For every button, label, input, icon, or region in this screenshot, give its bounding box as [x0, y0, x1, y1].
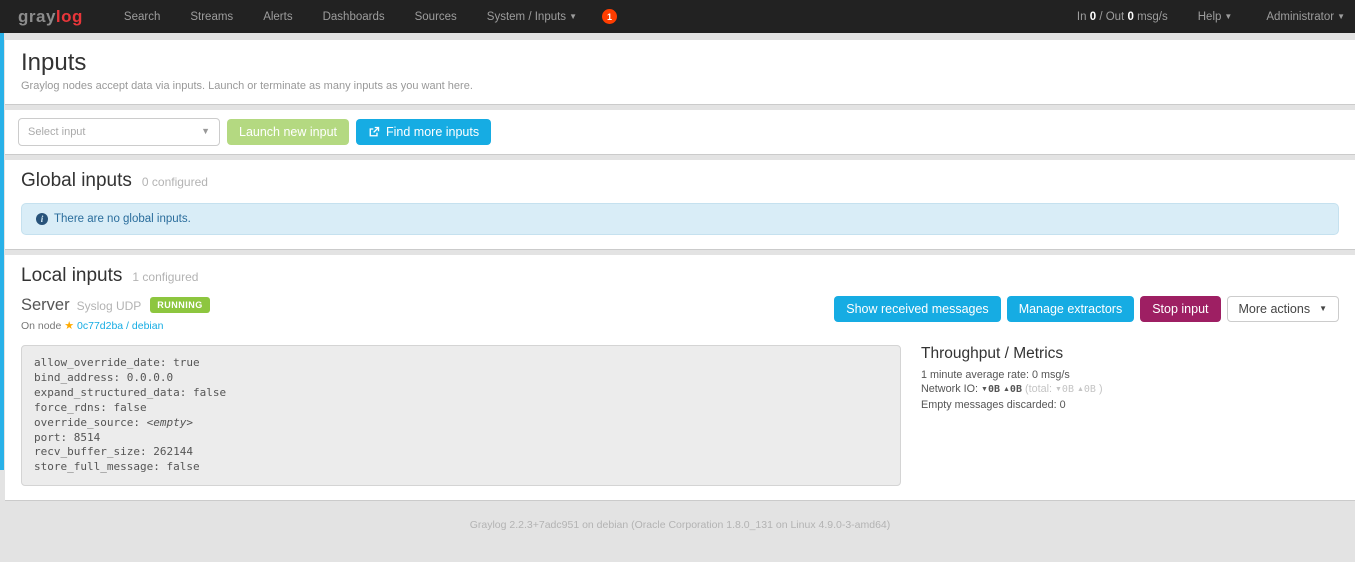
- help-menu-label: Help: [1198, 11, 1222, 23]
- show-received-messages-button[interactable]: Show received messages: [834, 296, 1000, 322]
- chevron-down-icon: ▼: [201, 126, 210, 136]
- global-inputs-header: Global inputs 0 configured: [21, 170, 1339, 192]
- page-header-panel: Inputs Graylog nodes accept data via inp…: [5, 40, 1355, 104]
- nav-item-dashboards[interactable]: Dashboards: [308, 11, 400, 23]
- launch-new-input-button[interactable]: Launch new input: [227, 119, 349, 145]
- throughput-in-label: In: [1077, 11, 1087, 23]
- more-actions-label: More actions: [1239, 302, 1311, 316]
- nav-right-group: In 0 / Out 0 msg/s Help▼ Administrator▼: [1077, 11, 1355, 23]
- local-inputs-header: Local inputs 1 configured: [21, 265, 1339, 287]
- logo-text-gray: gray: [18, 7, 56, 26]
- status-badge: RUNNING: [150, 297, 210, 313]
- more-actions-button[interactable]: More actions ▼: [1227, 296, 1339, 322]
- input-identity: Server Syslog UDP RUNNING On node ★ 0c77…: [21, 296, 210, 332]
- local-inputs-title: Local inputs: [21, 265, 122, 287]
- input-detail-row: allow_override_date: truebind_address: 0…: [21, 345, 1339, 486]
- network-down-value: 0B: [988, 384, 1000, 395]
- config-line: bind_address: 0.0.0.0: [34, 371, 888, 386]
- top-navbar: graylog Search Streams Alerts Dashboards…: [0, 0, 1355, 33]
- node-link[interactable]: 0c77d2ba / debian: [77, 320, 163, 332]
- no-global-inputs-text: There are no global inputs.: [54, 213, 191, 225]
- nav-menu: Search Streams Alerts Dashboards Sources…: [109, 9, 617, 24]
- metric-rate-line: 1 minute average rate: 0 msg/s: [921, 368, 1103, 382]
- nav-item-system-inputs-label: System / Inputs: [487, 11, 566, 23]
- network-up-value: 0B: [1010, 384, 1022, 395]
- throughput-out-label: / Out: [1099, 11, 1124, 23]
- version-footer: Graylog 2.2.3+7adc951 on debian (Oracle …: [5, 506, 1355, 544]
- page-title: Inputs: [21, 49, 1339, 77]
- arrow-up-icon: ▲: [1003, 386, 1010, 393]
- external-link-icon: [368, 126, 380, 138]
- config-line: port: 8514: [34, 431, 888, 446]
- config-line: recv_buffer_size: 262144: [34, 445, 888, 460]
- config-line: store_full_message: false: [34, 460, 888, 475]
- arrow-up-icon: ▲: [1077, 386, 1084, 393]
- config-line: force_rdns: false: [34, 401, 888, 416]
- metric-network-line: Network IO: ▼0B ▲0B (total: ▼0B ▲0B ): [921, 382, 1103, 398]
- nav-item-sources[interactable]: Sources: [400, 11, 472, 23]
- input-name: Server: [21, 296, 70, 315]
- global-inputs-panel: Global inputs 0 configured i There are n…: [5, 160, 1355, 249]
- find-more-inputs-button[interactable]: Find more inputs: [356, 119, 491, 145]
- user-menu-label: Administrator: [1266, 11, 1334, 23]
- arrow-down-icon: ▼: [981, 386, 988, 393]
- nav-item-search[interactable]: Search: [109, 11, 175, 23]
- help-menu[interactable]: Help▼: [1194, 11, 1237, 23]
- nav-item-alerts[interactable]: Alerts: [248, 11, 307, 23]
- info-icon: i: [36, 213, 48, 225]
- input-type: Syslog UDP: [77, 299, 142, 313]
- input-actions: Show received messages Manage extractors…: [834, 296, 1339, 322]
- input-type-select-placeholder: Select input: [28, 126, 85, 138]
- throughput-metrics: Throughput / Metrics 1 minute average ra…: [921, 345, 1103, 486]
- network-total-suffix: ): [1099, 383, 1103, 395]
- graylog-logo[interactable]: graylog: [18, 7, 83, 27]
- config-line: allow_override_date: true: [34, 356, 888, 371]
- manage-extractors-button[interactable]: Manage extractors: [1007, 296, 1135, 322]
- input-type-select[interactable]: Select input ▼: [18, 118, 220, 146]
- node-prefix: On node: [21, 320, 61, 332]
- network-io-label: Network IO:: [921, 383, 978, 395]
- chevron-down-icon: ▼: [569, 12, 577, 21]
- nav-item-system-inputs[interactable]: System / Inputs▼: [472, 11, 592, 23]
- stop-input-button[interactable]: Stop input: [1140, 296, 1220, 322]
- throughput-indicator: In 0 / Out 0 msg/s: [1077, 11, 1168, 23]
- throughput-unit: msg/s: [1137, 11, 1168, 23]
- input-config-well: allow_override_date: truebind_address: 0…: [21, 345, 901, 486]
- network-total-prefix: (total:: [1025, 383, 1052, 395]
- find-more-inputs-label: Find more inputs: [386, 125, 479, 139]
- metric-empty-line: Empty messages discarded: 0: [921, 398, 1103, 412]
- nav-item-streams[interactable]: Streams: [175, 11, 248, 23]
- chevron-down-icon: ▼: [1337, 12, 1345, 21]
- network-total-down: 0B: [1062, 384, 1074, 395]
- config-line: override_source: <empty>: [34, 416, 888, 431]
- page-description: Graylog nodes accept data via inputs. La…: [21, 80, 1339, 92]
- notification-badge[interactable]: 1: [602, 9, 617, 24]
- logo-text-log: log: [56, 7, 83, 26]
- local-inputs-count: 1 configured: [132, 270, 198, 284]
- arrow-down-icon: ▼: [1055, 386, 1062, 393]
- chevron-down-icon: ▼: [1224, 12, 1232, 21]
- window-edge-stripe: [0, 33, 4, 470]
- global-inputs-title: Global inputs: [21, 170, 132, 192]
- network-total-up: 0B: [1084, 384, 1096, 395]
- config-line: expand_structured_data: false: [34, 386, 888, 401]
- global-inputs-count: 0 configured: [142, 175, 208, 189]
- throughput-out-value: 0: [1127, 11, 1133, 23]
- page-content: Inputs Graylog nodes accept data via inp…: [0, 33, 1355, 544]
- user-menu[interactable]: Administrator▼: [1262, 11, 1349, 23]
- throughput-in-value: 0: [1090, 11, 1096, 23]
- no-global-inputs-alert: i There are no global inputs.: [21, 203, 1339, 235]
- input-row: Server Syslog UDP RUNNING On node ★ 0c77…: [21, 296, 1339, 332]
- metrics-title: Throughput / Metrics: [921, 345, 1103, 363]
- launch-input-panel: Select input ▼ Launch new input Find mor…: [5, 110, 1355, 154]
- leader-star-icon: ★: [64, 320, 74, 332]
- chevron-down-icon: ▼: [1319, 304, 1327, 313]
- local-inputs-panel: Local inputs 1 configured Server Syslog …: [5, 255, 1355, 500]
- network-total: (total: ▼0B ▲0B ): [1025, 383, 1103, 395]
- node-line: On node ★ 0c77d2ba / debian: [21, 319, 210, 332]
